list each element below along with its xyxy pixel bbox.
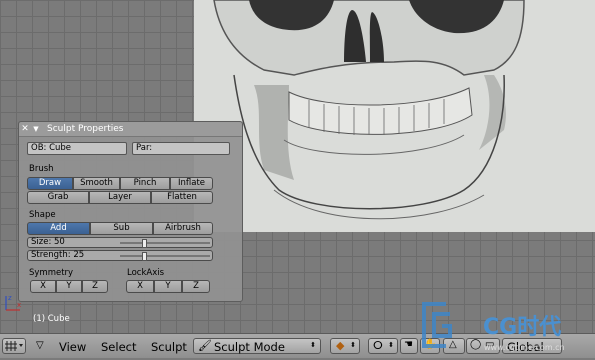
menu-view[interactable]: View bbox=[59, 340, 86, 354]
brush-flatten-button[interactable]: Flatten bbox=[151, 191, 213, 204]
updown-arrows-icon: ⬍ bbox=[310, 341, 316, 349]
symmetry-x-toggle[interactable]: X bbox=[30, 280, 56, 293]
symmetry-z-toggle[interactable]: Z bbox=[82, 280, 108, 293]
shading-arrows-icon: ⬍ bbox=[350, 341, 356, 349]
symmetry-label: Symmetry bbox=[29, 268, 74, 278]
menu-sculpt[interactable]: Sculpt bbox=[151, 340, 187, 354]
skull-sculpt-render bbox=[194, 0, 595, 232]
shape-add-button[interactable]: Add bbox=[27, 222, 90, 235]
strength-slider-handle[interactable] bbox=[142, 252, 147, 261]
shape-airbrush-button[interactable]: Airbrush bbox=[153, 222, 213, 235]
brush-smooth-button[interactable]: Smooth bbox=[73, 177, 120, 190]
close-icon[interactable]: ✕ bbox=[19, 124, 31, 134]
editor-type-button[interactable] bbox=[2, 338, 26, 354]
shading-solid-icon: ◆ bbox=[336, 339, 345, 352]
panel-header[interactable]: ✕ ▼ Sculpt Properties bbox=[19, 122, 242, 137]
brush-label: Brush bbox=[29, 164, 54, 174]
lockaxis-label: LockAxis bbox=[127, 268, 165, 278]
panel-title: Sculpt Properties bbox=[47, 124, 124, 134]
lockaxis-x-toggle[interactable]: X bbox=[126, 280, 154, 293]
object-status: (1) Cube bbox=[33, 314, 70, 324]
object-name-field[interactable]: OB: Cube bbox=[27, 142, 127, 155]
sculpt-properties-panel[interactable]: ✕ ▼ Sculpt Properties OB: Cube Par: Brus… bbox=[18, 121, 243, 302]
brush-layer-button[interactable]: Layer bbox=[89, 191, 151, 204]
brush-pinch-button[interactable]: Pinch bbox=[120, 177, 170, 190]
pivot-arrows-icon: ⬍ bbox=[388, 341, 394, 349]
size-slider-track bbox=[120, 242, 210, 244]
shading-select[interactable]: ◆ ⬍ bbox=[330, 338, 360, 354]
editor-grid-icon bbox=[5, 341, 23, 351]
menu-select[interactable]: Select bbox=[101, 340, 136, 354]
axis-z-label: z bbox=[8, 294, 12, 302]
lockaxis-y-toggle[interactable]: Y bbox=[154, 280, 182, 293]
parent-field[interactable]: Par: bbox=[132, 142, 230, 155]
cgtime-watermark: CG时代 www.cgtime.com.cn bbox=[420, 296, 595, 357]
watermark-brand: CG时代 bbox=[483, 315, 561, 340]
mode-select-label: Sculpt Mode bbox=[214, 340, 285, 354]
watermark-url: www.cgtime.com.cn bbox=[484, 343, 565, 352]
manipulator-toggle[interactable]: ☚ bbox=[400, 338, 418, 354]
size-slider-handle[interactable] bbox=[142, 239, 147, 248]
strength-slider[interactable]: Strength: 25 bbox=[27, 250, 213, 261]
shape-sub-button[interactable]: Sub bbox=[90, 222, 153, 235]
strength-slider-track bbox=[120, 255, 210, 257]
brush-grab-button[interactable]: Grab bbox=[27, 191, 89, 204]
shape-label: Shape bbox=[29, 210, 56, 220]
symmetry-y-toggle[interactable]: Y bbox=[56, 280, 82, 293]
brush-icon: 🖌 bbox=[198, 339, 212, 352]
hand-icon: ☚ bbox=[404, 339, 413, 350]
pivot-icon: ⵔ bbox=[373, 339, 383, 352]
menu-collapse-icon[interactable]: ▽ bbox=[36, 340, 44, 351]
axis-x-label: x bbox=[17, 301, 21, 309]
strength-slider-label: Strength: 25 bbox=[31, 250, 85, 260]
brush-inflate-button[interactable]: Inflate bbox=[170, 177, 213, 190]
collapse-triangle-icon[interactable]: ▼ bbox=[31, 125, 41, 133]
size-slider-label: Size: 50 bbox=[31, 237, 65, 247]
brush-draw-button[interactable]: Draw bbox=[27, 177, 73, 190]
mode-select[interactable]: 🖌 Sculpt Mode ⬍ bbox=[193, 338, 321, 354]
lockaxis-z-toggle[interactable]: Z bbox=[182, 280, 210, 293]
size-slider[interactable]: Size: 50 bbox=[27, 237, 213, 248]
pivot-select[interactable]: ⵔ ⬍ bbox=[368, 338, 398, 354]
